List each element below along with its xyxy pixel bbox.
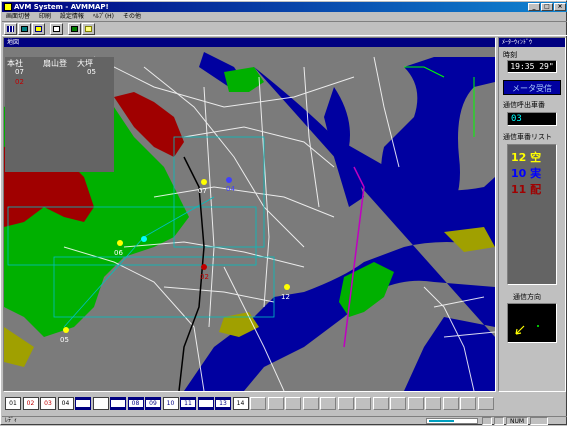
num-indicator: NUM — [506, 417, 528, 425]
window-title: AVM System - AVMMAP! — [14, 3, 109, 11]
map-panel: 地図 07 04 06 02 12 05 本社 扇山登 大坪 07 05 02 — [3, 37, 496, 392]
menu-screen-switch[interactable]: 画面切替 — [6, 13, 30, 20]
empty-slot-button[interactable] — [460, 397, 476, 410]
menu-bar: 画面切替 印刷 設定情報 ﾍﾙﾌﾟ(H) その他 — [2, 12, 567, 21]
vehicle-button-14[interactable]: 14 — [232, 397, 249, 410]
vehicle-button-6[interactable] — [92, 397, 109, 410]
vehicle-button-11[interactable]: 11 — [180, 397, 196, 410]
vehicle-07[interactable]: 07 — [15, 68, 24, 76]
empty-slot-button[interactable] — [425, 397, 441, 410]
menu-settings[interactable]: 設定情報 — [60, 13, 84, 20]
app-window: AVM System - AVMMAP! _ □ × 画面切替 印刷 設定情報 … — [0, 0, 567, 425]
app-icon — [4, 3, 12, 11]
vehicle-button-10[interactable]: 10 — [162, 397, 179, 410]
comm-row-10[interactable]: 10 実 — [511, 165, 541, 181]
vehicle-button-7[interactable] — [110, 397, 126, 410]
vehicle-button-13[interactable]: 13 — [215, 397, 231, 410]
progress-fill — [429, 420, 455, 422]
empty-slot-button[interactable] — [372, 397, 389, 410]
empty-slot-button[interactable] — [267, 397, 284, 410]
meter-panel: ﾒｰﾀｰｳｨﾝﾄﾞｳ 時刻 19:35 29" メータ受信 通信呼出車番 03 … — [498, 37, 566, 392]
empty-slot-button[interactable] — [442, 397, 459, 410]
empty-slot-button[interactable] — [407, 397, 424, 410]
vehicle-button-4[interactable]: 04 — [57, 397, 74, 410]
direction-arrow-icon — [515, 325, 539, 335]
menu-other[interactable]: その他 — [123, 13, 141, 20]
marker-06-label: 06 — [114, 249, 123, 257]
marker-05-label: 05 — [60, 336, 69, 344]
menu-print[interactable]: 印刷 — [39, 13, 51, 20]
status-cell-3 — [530, 417, 548, 425]
empty-slot-button[interactable] — [320, 397, 336, 410]
empty-slot-button[interactable] — [337, 397, 354, 410]
table-icon[interactable] — [82, 23, 95, 35]
direction-label: 通信方向 — [513, 293, 541, 301]
document-icon[interactable] — [50, 23, 63, 35]
vehicle-02[interactable]: 02 — [15, 78, 24, 86]
close-button[interactable]: × — [554, 3, 566, 11]
comm-list: 12 空 10 実 11 配 — [507, 144, 557, 285]
maximize-button[interactable]: □ — [541, 3, 553, 11]
status-bar: ﾚﾃﾞｨ NUM — [2, 416, 567, 425]
empty-slot-button[interactable] — [250, 397, 266, 410]
comm-list-label: 通信車番リスト — [503, 133, 552, 141]
progress-bar — [426, 418, 478, 424]
clock-display: 19:35 29" — [507, 60, 557, 73]
meter-header: ﾒｰﾀｰｳｨﾝﾄﾞｳ — [499, 38, 565, 47]
empty-slot-button[interactable] — [285, 397, 301, 410]
empty-slot-button[interactable] — [302, 397, 319, 410]
status-cell-2 — [494, 417, 504, 425]
title-bar[interactable]: AVM System - AVMMAP! _ □ × — [2, 2, 567, 12]
vehicle-button-9[interactable]: 09 — [145, 397, 161, 410]
map-canvas[interactable]: 07 04 06 02 12 05 本社 扇山登 大坪 07 05 02 — [4, 47, 495, 391]
time-label: 時刻 — [503, 51, 517, 59]
terminal-icon[interactable] — [68, 23, 81, 35]
empty-slot-button[interactable] — [355, 397, 371, 410]
vehicle-button-12[interactable] — [197, 397, 214, 410]
grid-icon[interactable] — [4, 23, 17, 35]
status-ready: ﾚﾃﾞｨ — [5, 417, 18, 424]
comm-row-11[interactable]: 11 配 — [511, 181, 541, 197]
empty-slot-button[interactable] — [390, 397, 406, 410]
call-number-display: 03 — [507, 112, 557, 126]
direction-display — [507, 303, 557, 343]
vehicle-button-3[interactable]: 03 — [40, 397, 56, 410]
status-cell-1 — [482, 417, 492, 425]
vehicle-button-1[interactable]: 01 — [5, 397, 21, 410]
marker-12-label: 12 — [281, 293, 290, 301]
call-number-label: 通信呼出車番 — [503, 101, 545, 109]
vehicle-05[interactable]: 05 — [87, 68, 96, 76]
layers-icon[interactable] — [18, 23, 31, 35]
comm-row-12[interactable]: 12 空 — [511, 149, 541, 165]
marker-04-label: 04 — [226, 185, 235, 193]
office-ougiyama: 扇山登 — [43, 59, 67, 68]
marker-02-label: 02 — [200, 273, 209, 281]
meter-receive-button[interactable]: メータ受信 — [503, 80, 561, 95]
menu-help[interactable]: ﾍﾙﾌﾟ(H) — [93, 13, 114, 20]
map-header: 地図 — [4, 38, 495, 47]
vehicle-button-bar: 01 02 03 04 08 09 10 11 13 14 — [2, 394, 567, 416]
empty-slot-button[interactable] — [477, 397, 494, 410]
vehicle-button-8[interactable]: 08 — [127, 397, 144, 410]
minimize-button[interactable]: _ — [528, 3, 540, 11]
toolbar — [2, 21, 567, 36]
map-pin-icon[interactable] — [32, 23, 45, 35]
vehicle-button-5[interactable] — [75, 397, 91, 410]
cursor-position — [141, 236, 147, 242]
vehicle-summary: 本社 扇山登 大坪 07 05 02 — [5, 57, 114, 172]
vehicle-button-2[interactable]: 02 — [22, 397, 39, 410]
marker-07-label: 07 — [198, 187, 207, 195]
